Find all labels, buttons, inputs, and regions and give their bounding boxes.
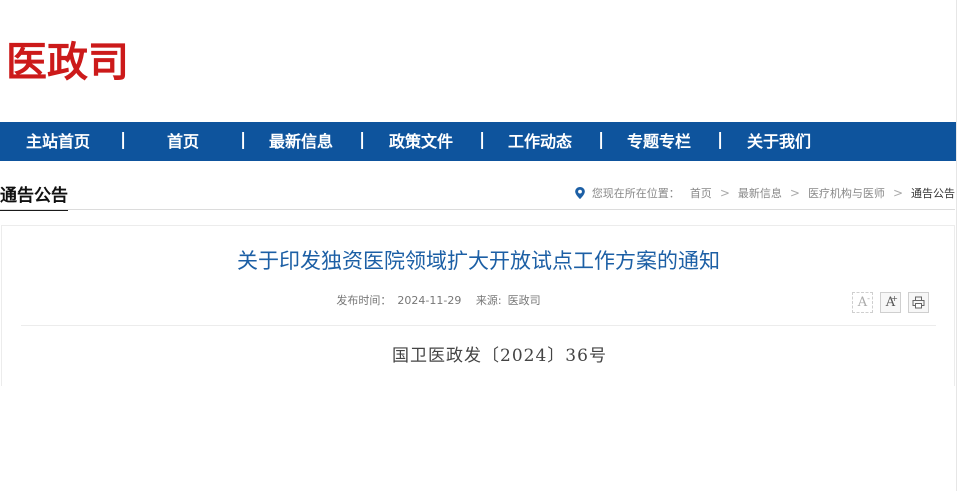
plus-mark: + (891, 294, 898, 303)
breadcrumb-item-latest[interactable]: 最新信息 (738, 185, 782, 201)
main-nav: 主站首页 | 首页 | 最新信息 | 政策文件 | 工作动态 | 专题专栏 | … (0, 122, 957, 161)
nav-item-work-news[interactable]: 工作动态 (508, 122, 572, 161)
nav-separator: | (359, 130, 366, 150)
breadcrumb-item-home[interactable]: 首页 (690, 185, 712, 201)
article-meta: 发布时间： 2024-11-29 来源: 医政司 (0, 293, 877, 309)
nav-separator: | (120, 130, 127, 150)
meta-divider (21, 325, 936, 326)
print-icon (912, 296, 925, 309)
section-title: 通告公告 (0, 184, 68, 211)
font-increase-button[interactable]: A + (880, 292, 901, 313)
document-number: 国卫医政发〔2024〕36号 (392, 346, 607, 366)
chevron-right-icon: > (892, 186, 903, 200)
publish-label: 发布时间： (336, 294, 392, 307)
section-divider (0, 209, 955, 210)
article-title: 关于印发独资医院领域扩大开放试点工作方案的通知 (237, 249, 720, 273)
font-decrease-icon: A (857, 295, 868, 310)
nav-item-policy[interactable]: 政策文件 (389, 122, 453, 161)
page-edge-rule (956, 0, 957, 491)
chevron-right-icon: > (789, 186, 800, 200)
nav-separator: | (598, 130, 605, 150)
chevron-right-icon: > (719, 186, 730, 200)
location-pin-icon (575, 187, 585, 199)
source-label: 来源: (475, 294, 502, 307)
print-button[interactable] (908, 292, 929, 313)
nav-separator: | (240, 130, 247, 150)
breadcrumb-item-current: 通告公告 (911, 187, 955, 200)
nav-item-home[interactable]: 首页 (167, 122, 199, 161)
nav-item-about[interactable]: 关于我们 (747, 122, 811, 161)
breadcrumb-prefix: 您现在所在位置： (591, 187, 680, 200)
nav-item-latest[interactable]: 最新信息 (269, 122, 333, 161)
breadcrumb-item-medical-institutions[interactable]: 医疗机构与医师 (808, 185, 885, 201)
publish-date: 2024-11-29 (397, 294, 462, 307)
site-logo[interactable]: 医政司 (6, 36, 129, 88)
nav-separator: | (479, 130, 486, 150)
nav-separator: | (717, 130, 724, 150)
source-value: 医政司 (507, 294, 541, 307)
minus-mark: - (867, 294, 870, 303)
breadcrumb: 您现在所在位置： 首页 > 最新信息 > 医疗机构与医师 > 通告公告 (573, 183, 955, 203)
article-tools: A- A + (852, 292, 929, 313)
nav-item-main-site[interactable]: 主站首页 (26, 122, 90, 161)
nav-item-special-topics[interactable]: 专题专栏 (627, 122, 691, 161)
font-decrease-button[interactable]: A- (852, 292, 873, 313)
page: 医政司 主站首页 | 首页 | 最新信息 | 政策文件 | 工作动态 | 专题专… (0, 0, 959, 491)
